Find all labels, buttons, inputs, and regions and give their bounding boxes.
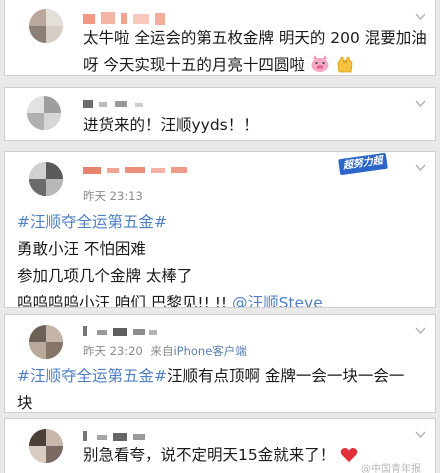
avatar[interactable]: [29, 162, 63, 196]
chevron-down-icon[interactable]: [415, 98, 426, 109]
username-blurred[interactable]: [83, 11, 178, 25]
comment-line: 呜呜呜呜小汪 咱们 巴黎见!! !! @汪顺Steve: [17, 290, 323, 307]
comment-line: 参加几项几个金牌 太棒了: [17, 267, 193, 285]
avatar[interactable]: [29, 325, 63, 359]
raised-hands-icon: [337, 56, 353, 73]
comment-card-5: 别急看夸，说不定明天15金就来了！ @中国青年报: [4, 418, 436, 473]
comment-text: #汪顺夺全运第五金# 勇敢小汪 不怕困难 参加几项几个金牌 太棒了 呜呜呜呜小汪…: [17, 209, 323, 307]
pig-face-icon: [311, 55, 329, 72]
comment-line: #汪顺夺全运第五金#汪顺有点顶啊 金牌一会一块一会一: [17, 367, 405, 385]
username-blurred[interactable]: [83, 323, 163, 337]
chevron-down-icon[interactable]: [415, 429, 426, 440]
comment-card-1: 太牛啦 全运会的第五枚金牌 明天的 200 混要加油 呀 今天实现十五的月亮十四…: [4, 0, 436, 76]
topic-link[interactable]: #汪顺夺全运第五金#: [17, 367, 167, 385]
comment-card-4: 昨天 23:20 来自iPhone客户端 #汪顺夺全运第五金#汪顺有点顶啊 金牌…: [4, 314, 436, 413]
comment-line-2: 呀 今天实现十五的月亮十四圆啦: [83, 52, 427, 75]
username-blurred[interactable]: [83, 428, 163, 442]
comment-card-2: 进货来的！汪顺yyds！！: [4, 87, 436, 141]
comment-text: 别急看夸，说不定明天15金就来了！: [83, 442, 358, 469]
comment-line-1: 太牛啦 全运会的第五枚金牌 明天的 200 混要加油: [83, 29, 427, 47]
avatar[interactable]: [29, 9, 63, 43]
avatar[interactable]: [27, 96, 61, 130]
comment-line: 块: [17, 394, 33, 412]
comment-text: #汪顺夺全运第五金#汪顺有点顶啊 金牌一会一块一会一 块: [17, 363, 405, 412]
comment-timestamp: 昨天 23:20: [83, 344, 143, 358]
chevron-down-icon[interactable]: [415, 11, 426, 22]
username-blurred[interactable]: [83, 163, 193, 177]
comment-timestamp: 昨天 23:13: [83, 189, 143, 203]
username-blurred[interactable]: [83, 96, 153, 110]
client-source-link[interactable]: iPhone客户端: [173, 344, 246, 358]
source-prefix: 来自: [150, 344, 174, 358]
red-heart-icon: [340, 448, 358, 462]
award-badge: 超努力超优秀: [338, 152, 388, 186]
comment-text: 太牛啦 全运会的第五枚金牌 明天的 200 混要加油 呀 今天实现十五的月亮十四…: [83, 25, 427, 75]
topic-link[interactable]: #汪顺夺全运第五金#: [17, 209, 323, 236]
chevron-down-icon[interactable]: [415, 325, 426, 336]
watermark: @中国青年报: [361, 464, 421, 473]
comment-card-3: 超努力超优秀 昨天 23:13 #汪顺夺全运第五金# 勇敢小汪 不怕困难 参加几…: [4, 151, 436, 308]
comment-line: 勇敢小汪 不怕困难: [17, 240, 146, 258]
chevron-down-icon[interactable]: [415, 162, 426, 173]
comment-text: 进货来的！汪顺yyds！！: [83, 116, 259, 134]
avatar[interactable]: [29, 429, 63, 463]
mention-link[interactable]: @汪顺Steve: [232, 294, 323, 307]
comment-meta: 昨天 23:20 来自iPhone客户端: [83, 343, 247, 359]
